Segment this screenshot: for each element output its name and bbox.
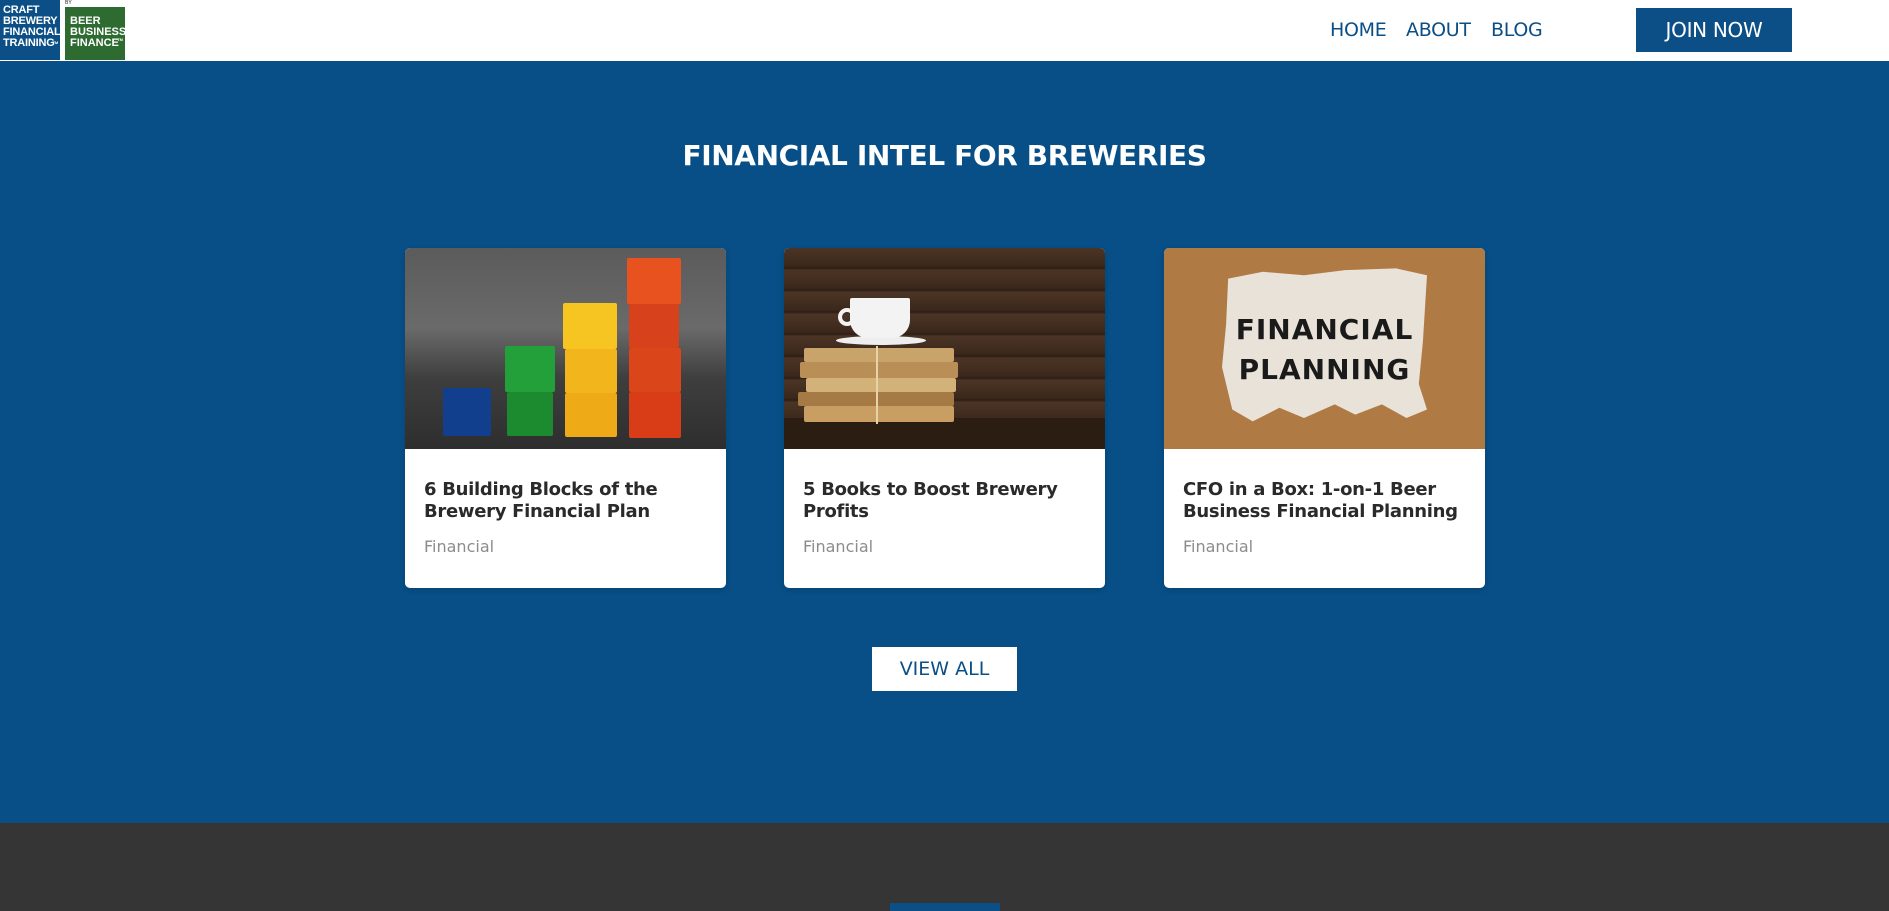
colored-blocks-chart-image[interactable] — [405, 248, 726, 449]
join-now-button[interactable]: JOIN NOW — [1636, 8, 1792, 52]
financial-planning-paper-image[interactable]: FINANCIAL PLANNING — [1164, 248, 1485, 449]
card-title[interactable]: 6 Building Blocks of the Brewery Financi… — [424, 479, 714, 523]
nav-about-link[interactable]: ABOUT — [1406, 19, 1471, 41]
blog-card[interactable]: 6 Building Blocks of the Brewery Financi… — [405, 248, 726, 588]
beer-business-finance-logo[interactable]: BEER BUSINESS FINANCE TM — [65, 7, 127, 60]
blog-card[interactable]: 5 Books to Boost Brewery Profits Financi… — [784, 248, 1105, 588]
blog-card[interactable]: FINANCIAL PLANNING CFO in a Box: 1-on-1 … — [1164, 248, 1485, 588]
nav-blog-link[interactable]: BLOG — [1491, 19, 1543, 41]
card-category[interactable]: Financial — [424, 537, 494, 556]
card-category[interactable]: Financial — [803, 537, 873, 556]
logo-secondary-text: BEER BUSINESS FINANCE — [70, 15, 127, 49]
site-footer — [0, 823, 1889, 911]
nav-home-link[interactable]: HOME — [1330, 19, 1387, 41]
view-all-button[interactable]: VIEW ALL — [872, 647, 1017, 691]
craft-brewery-logo[interactable]: CRAFT BREWERY FINANCIAL TRAINING TM — [0, 0, 60, 60]
paper-text: FINANCIAL PLANNING — [1235, 313, 1414, 386]
site-header: CRAFT BREWERY FINANCIAL TRAINING TM BY B… — [0, 0, 1889, 61]
card-title[interactable]: 5 Books to Boost Brewery Profits — [803, 479, 1093, 523]
card-title[interactable]: CFO in a Box: 1-on-1 Beer Business Finan… — [1183, 479, 1473, 523]
card-category[interactable]: Financial — [1183, 537, 1253, 556]
books-with-coffee-cup-image[interactable] — [784, 248, 1105, 449]
footer-accent-bar — [890, 903, 1000, 911]
logo-secondary-prefix: BY — [65, 0, 72, 6]
section-title: FINANCIAL INTEL FOR BREWERIES — [682, 139, 1207, 172]
